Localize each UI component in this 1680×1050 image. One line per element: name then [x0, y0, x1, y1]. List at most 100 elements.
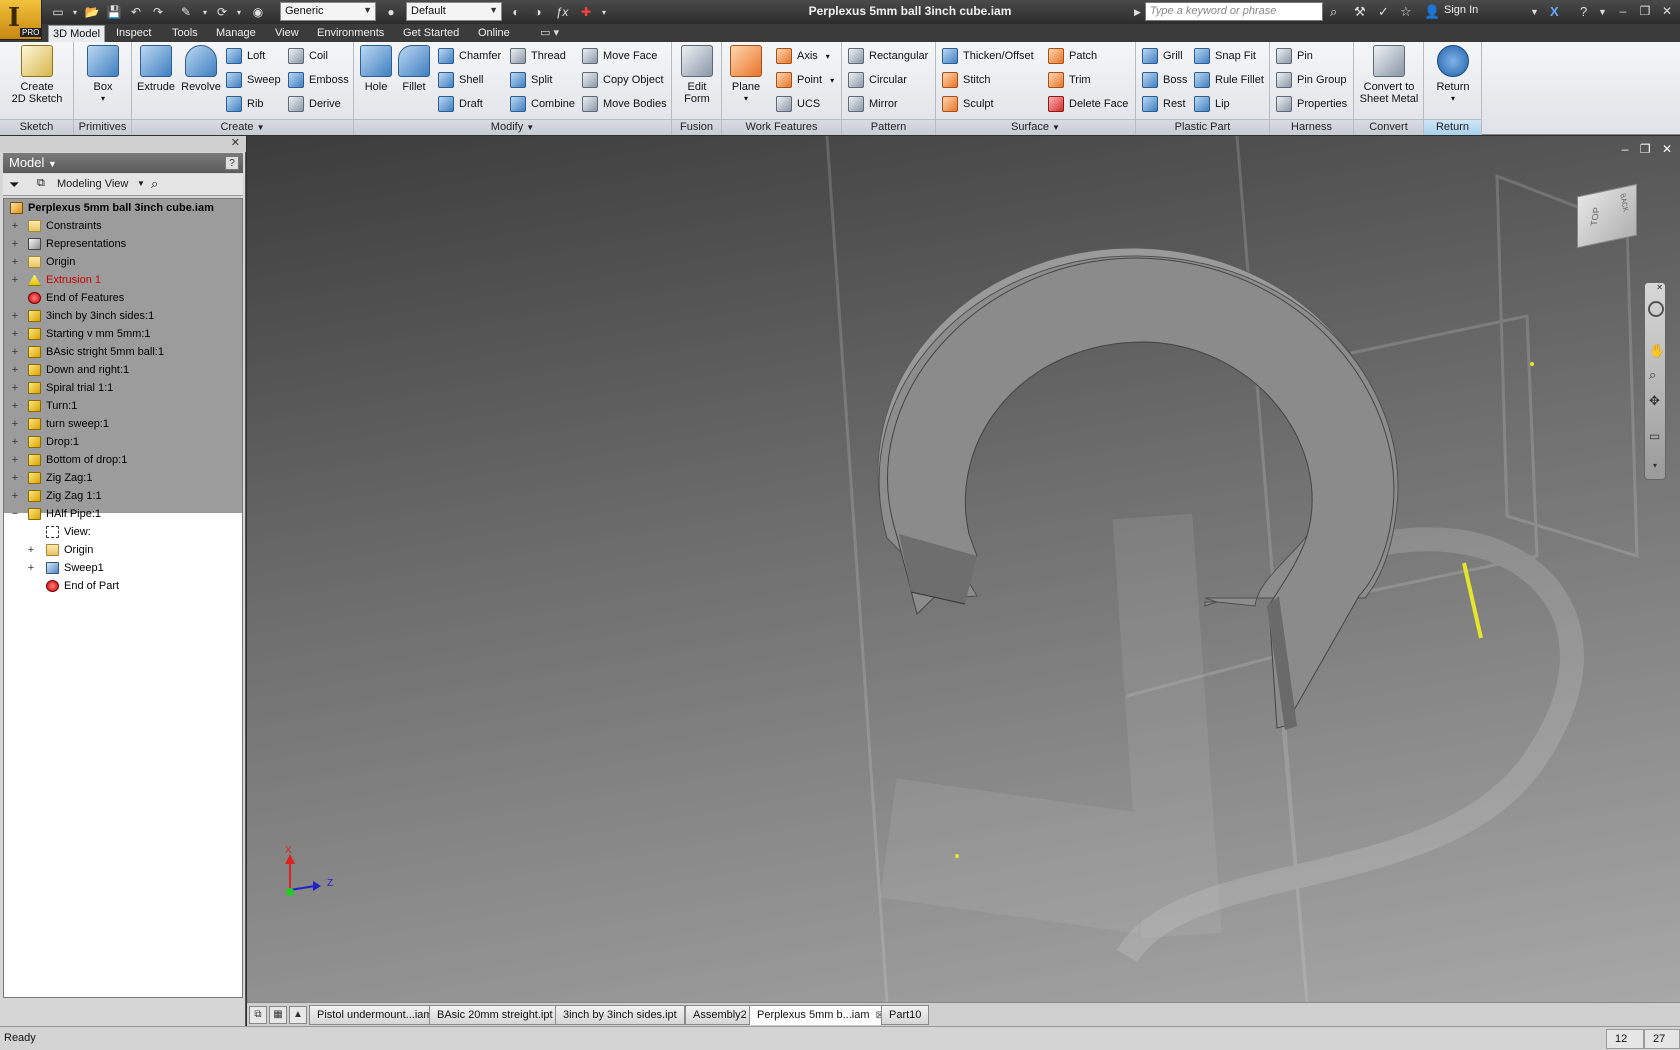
viewport-close-button[interactable]: ✕: [1662, 142, 1672, 156]
tree-node[interactable]: + Zig Zag:1: [4, 469, 242, 487]
loft-button[interactable]: Loft: [226, 46, 265, 66]
tree-node[interactable]: + Sweep1: [4, 559, 242, 577]
grill-button[interactable]: Grill: [1142, 46, 1183, 66]
copy-object-button[interactable]: Copy Object: [582, 70, 664, 90]
communication-icon[interactable]: ✓: [1378, 3, 1389, 21]
tree-node[interactable]: + Representations: [4, 235, 242, 253]
filter-icon[interactable]: ⏷: [9, 177, 19, 193]
edit-form-button[interactable]: Edit Form: [676, 45, 718, 105]
chamfer-button[interactable]: Chamfer: [438, 46, 501, 66]
document-tab[interactable]: Part10: [881, 1005, 930, 1025]
expand-icon[interactable]: +: [10, 433, 20, 451]
tab-list-icon[interactable]: ▲: [289, 1006, 307, 1024]
tab-view[interactable]: View: [271, 25, 303, 42]
application-menu-button[interactable]: I PRO: [0, 0, 42, 40]
tab-get-started[interactable]: Get Started: [399, 25, 463, 42]
nav-customize-dropdown-icon[interactable]: ▾: [1653, 461, 1657, 470]
trim-button[interactable]: Trim: [1048, 70, 1091, 90]
draft-button[interactable]: Draft: [438, 94, 483, 114]
boss-button[interactable]: Boss: [1142, 70, 1187, 90]
tab-inspect[interactable]: Inspect: [112, 25, 155, 42]
surface-panel-title[interactable]: Surface ▼: [936, 119, 1135, 135]
point-button[interactable]: Point ▾: [776, 70, 834, 90]
document-tab[interactable]: Pistol undermount...iam: [309, 1005, 441, 1025]
hole-button[interactable]: Hole: [358, 45, 394, 93]
favorites-star-icon[interactable]: ☆: [1400, 3, 1412, 21]
tree-node[interactable]: +3inch by 3inch sides:1: [4, 307, 242, 325]
delete-face-button[interactable]: Delete Face: [1048, 94, 1128, 114]
document-tab[interactable]: BAsic 20mm streight.ipt: [429, 1005, 561, 1025]
tree-node[interactable]: + Drop:1: [4, 433, 242, 451]
expand-icon[interactable]: +: [10, 415, 20, 433]
project-icon[interactable]: ✎: [176, 3, 196, 21]
collapse-icon[interactable]: −: [10, 505, 20, 523]
combine-button[interactable]: Combine: [510, 94, 575, 114]
circular-pattern-button[interactable]: Circular: [848, 70, 907, 90]
extrude-button[interactable]: Extrude: [134, 45, 178, 93]
view-mode-select[interactable]: Modeling View: [57, 178, 128, 190]
revolve-button[interactable]: Revolve: [178, 45, 224, 93]
project-dropdown-icon[interactable]: ▾: [200, 3, 210, 21]
help-icon[interactable]: ?: [225, 156, 239, 170]
thread-button[interactable]: Thread: [510, 46, 566, 66]
expand-icon[interactable]: +: [26, 559, 36, 577]
exchange-x-icon[interactable]: X: [1550, 3, 1559, 21]
viewcube-back-face[interactable]: BACK: [1618, 193, 1628, 214]
expand-icon[interactable]: +: [10, 271, 20, 289]
tree-node[interactable]: + Constraints: [4, 217, 242, 235]
tree-node[interactable]: + Down and right:1: [4, 361, 242, 379]
binoculars-icon[interactable]: ⌕: [151, 176, 158, 192]
close-button[interactable]: ✕: [1658, 3, 1676, 19]
rest-button[interactable]: Rest: [1142, 94, 1186, 114]
pan-hand-icon[interactable]: ✋: [1649, 343, 1665, 359]
expand-icon[interactable]: +: [10, 487, 20, 505]
sculpt-button[interactable]: Sculpt: [942, 94, 994, 114]
derive-button[interactable]: Derive: [288, 94, 341, 114]
tree-node[interactable]: + turn sweep:1: [4, 415, 242, 433]
browser-close-icon[interactable]: ✕: [231, 136, 240, 149]
pin-button[interactable]: Pin: [1276, 46, 1313, 66]
browser-header[interactable]: Model ▼ ?: [3, 153, 243, 173]
tree-node[interactable]: + Origin: [4, 253, 242, 271]
sign-in-button[interactable]: Sign In: [1444, 4, 1478, 16]
pin-group-button[interactable]: Pin Group: [1276, 70, 1347, 90]
sweep-button[interactable]: Sweep: [226, 70, 281, 90]
tab-manage[interactable]: Manage: [212, 25, 260, 42]
expand-icon[interactable]: +: [10, 469, 20, 487]
ucs-button[interactable]: UCS: [776, 94, 820, 114]
expand-icon[interactable]: +: [10, 235, 20, 253]
expand-icon[interactable]: +: [10, 451, 20, 469]
tab-online[interactable]: Online: [474, 25, 514, 42]
measure-icon[interactable]: ✚: [576, 3, 596, 21]
binoculars-icon[interactable]: ⌕: [1330, 3, 1337, 21]
patch-button[interactable]: Patch: [1048, 46, 1097, 66]
expand-icon[interactable]: +: [10, 343, 20, 361]
orbit-icon[interactable]: ✥: [1649, 393, 1660, 409]
look-at-icon[interactable]: ▭: [1649, 429, 1660, 443]
material-icon[interactable]: ◉: [248, 3, 268, 21]
undo-icon[interactable]: ↶: [126, 3, 146, 21]
tree-node[interactable]: + BAsic stright 5mm ball:1: [4, 343, 242, 361]
coil-button[interactable]: Coil: [288, 46, 328, 66]
search-expand-icon[interactable]: ▶: [1134, 3, 1141, 21]
tree-node[interactable]: End of Part: [4, 577, 242, 595]
convert-to-sheet-metal-button[interactable]: Convert to Sheet Metal: [1356, 45, 1422, 105]
mirror-button[interactable]: Mirror: [848, 94, 898, 114]
expand-icon[interactable]: +: [26, 541, 36, 559]
tree-node[interactable]: + Starting v mm 5mm:1: [4, 325, 242, 343]
update-dropdown-icon[interactable]: ▾: [234, 3, 244, 21]
sign-in-dropdown-icon[interactable]: ▼: [1530, 3, 1539, 21]
cascade-windows-icon[interactable]: ⧉: [249, 1006, 267, 1024]
steering-wheel-icon[interactable]: [1648, 301, 1664, 317]
document-tab[interactable]: Assembly2: [685, 1005, 755, 1025]
tab-3d-model[interactable]: 3D Model: [48, 25, 106, 42]
help-icon[interactable]: ?: [1580, 3, 1587, 21]
move-face-button[interactable]: Move Face: [582, 46, 657, 66]
tab-extra-dropdown-icon[interactable]: ▭ ▾: [536, 25, 563, 42]
lip-button[interactable]: Lip: [1194, 94, 1230, 114]
tree-node[interactable]: + Turn:1: [4, 397, 242, 415]
open-icon[interactable]: 📂: [82, 3, 102, 21]
search-input[interactable]: Type a keyword or phrase: [1145, 2, 1323, 21]
save-icon[interactable]: 💾: [104, 3, 124, 21]
return-button[interactable]: Return ▾: [1428, 45, 1478, 105]
